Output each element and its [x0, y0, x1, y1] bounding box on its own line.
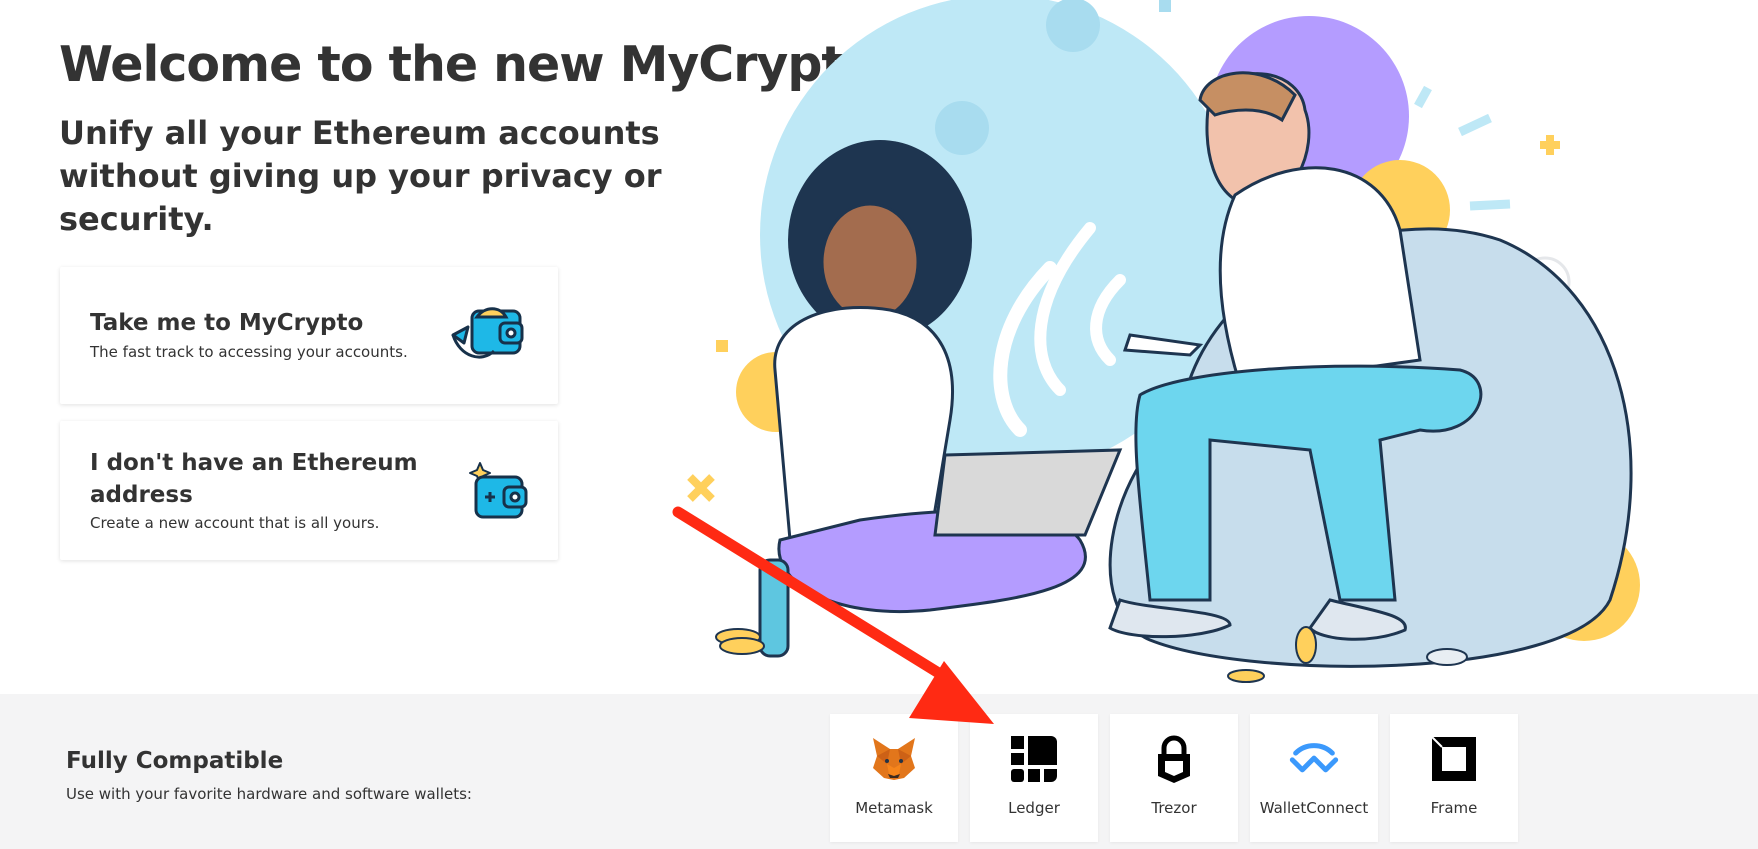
section-description: Use with your favorite hardware and soft…: [66, 785, 472, 803]
wallet-walletconnect[interactable]: WalletConnect: [1250, 714, 1378, 842]
subtitle-line-1: Unify all your Ethereum accounts: [59, 114, 660, 152]
wallet-label: Trezor: [1151, 799, 1197, 817]
wallet-label: Ledger: [1008, 799, 1060, 817]
frame-icon: [1431, 736, 1476, 781]
trezor-lock-icon: [1158, 735, 1190, 783]
card-description: The fast track to accessing your account…: [90, 343, 408, 361]
walletconnect-icon: [1289, 743, 1339, 773]
fully-compatible-section: Fully Compatible Use with your favorite …: [0, 694, 1758, 849]
card-title: Take me to MyCrypto: [90, 310, 364, 336]
subtitle-line-2: without giving up your privacy or securi…: [59, 157, 662, 238]
wallet-trezor[interactable]: Trezor: [1110, 714, 1238, 842]
wallet-ledger[interactable]: Ledger: [970, 714, 1098, 842]
metamask-fox-icon: [873, 738, 915, 780]
hero-illustration: [687, 0, 1640, 683]
take-me-to-mycrypto-card[interactable]: Take me to MyCrypto The fast track to ac…: [60, 267, 558, 404]
wallet-metamask[interactable]: Metamask: [830, 714, 958, 842]
new-wallet-sparkle-icon: [469, 462, 528, 519]
wallet-label: Metamask: [855, 799, 933, 817]
wallet-arrow-icon: [451, 307, 524, 359]
wallet-frame[interactable]: Frame: [1390, 714, 1518, 842]
card-title: I don't have an Ethereum address: [90, 450, 418, 508]
wallet-label: WalletConnect: [1259, 799, 1369, 817]
no-ethereum-address-card[interactable]: I don't have an Ethereum address Create …: [60, 421, 558, 560]
ledger-icon: [1011, 736, 1057, 782]
section-title: Fully Compatible: [66, 748, 284, 774]
card-description: Create a new account that is all yours.: [90, 514, 380, 532]
wallet-label: Frame: [1430, 799, 1478, 817]
